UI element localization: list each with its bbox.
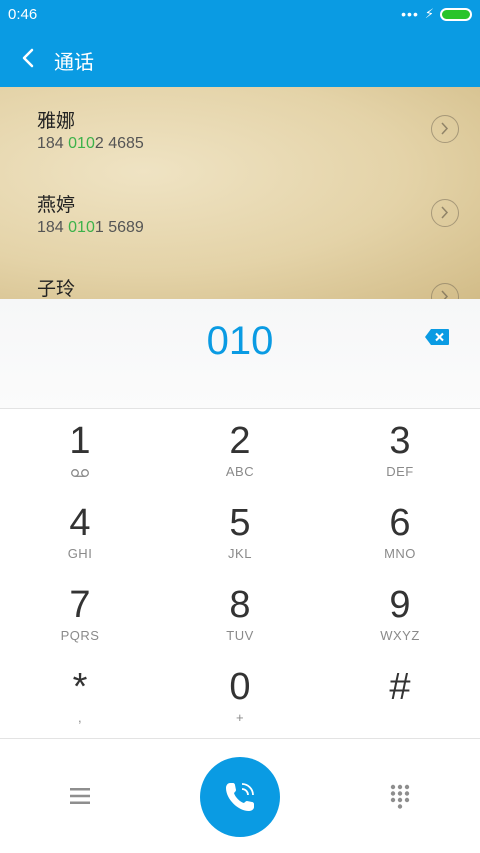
contact-name: 雅娜 bbox=[37, 111, 76, 132]
delete-button[interactable] bbox=[424, 328, 450, 346]
key-star[interactable]: * , bbox=[0, 656, 160, 738]
key-7[interactable]: 7 PQRS bbox=[0, 574, 160, 656]
contact-row[interactable]: 子玲 bbox=[0, 255, 480, 299]
key-6[interactable]: 6 MNO bbox=[320, 492, 480, 574]
key-hash[interactable]: # bbox=[320, 656, 480, 738]
key-letters: WXYZ bbox=[380, 628, 420, 643]
key-digit: 0 bbox=[229, 666, 251, 708]
key-letters: ABC bbox=[225, 464, 255, 479]
contact-results[interactable]: 雅娜 184 0102 4685 燕婷 184 0101 5689 子玲 bbox=[0, 87, 480, 299]
key-letters: PQRS bbox=[60, 628, 100, 643]
key-digit: # bbox=[389, 666, 411, 708]
number-match: 010 bbox=[68, 135, 95, 152]
key-digit: 6 bbox=[389, 502, 411, 544]
call-button[interactable] bbox=[200, 757, 280, 837]
chevron-right-icon bbox=[441, 206, 449, 219]
key-digit: 2 bbox=[229, 420, 251, 462]
key-letters: DEF bbox=[386, 464, 414, 479]
key-letters: + bbox=[235, 710, 245, 725]
status-bar: 0:46 ••• ⚡ bbox=[0, 0, 480, 30]
backspace-icon bbox=[425, 329, 449, 345]
title-bar: 通话 bbox=[0, 30, 480, 87]
page-title: 通话 bbox=[54, 52, 94, 74]
contact-number: 184 0101 5689 bbox=[37, 219, 144, 236]
dial-input-area: 010 bbox=[0, 299, 480, 409]
menu-button[interactable] bbox=[68, 785, 92, 807]
contact-detail-button[interactable] bbox=[431, 115, 459, 143]
more-dots-icon: ••• bbox=[401, 6, 419, 22]
contact-row[interactable]: 雅娜 184 0102 4685 bbox=[0, 87, 480, 171]
key-digit: 5 bbox=[229, 502, 251, 544]
keypad: 1 2 ABC 3 DEF 4 GHI 5 JKL 6 MNO 7 PQRS 8… bbox=[0, 410, 480, 738]
phone-icon bbox=[226, 783, 254, 811]
key-letters: TUV bbox=[226, 628, 254, 643]
charging-icon: ⚡ bbox=[424, 6, 434, 21]
contact-name: 子玲 bbox=[37, 279, 76, 299]
key-4[interactable]: 4 GHI bbox=[0, 492, 160, 574]
dialed-digits[interactable]: 010 bbox=[0, 319, 480, 364]
menu-icon bbox=[70, 788, 90, 804]
key-digit: 4 bbox=[69, 502, 91, 544]
key-0[interactable]: 0 + bbox=[160, 656, 320, 738]
contact-row[interactable]: 燕婷 184 0101 5689 bbox=[0, 171, 480, 255]
status-time: 0:46 bbox=[8, 6, 38, 23]
key-3[interactable]: 3 DEF bbox=[320, 410, 480, 492]
back-button[interactable] bbox=[16, 43, 44, 73]
key-8[interactable]: 8 TUV bbox=[160, 574, 320, 656]
key-5[interactable]: 5 JKL bbox=[160, 492, 320, 574]
contact-name: 燕婷 bbox=[37, 195, 76, 216]
bottom-bar bbox=[0, 738, 480, 853]
key-digit: 7 bbox=[69, 584, 91, 626]
key-1[interactable]: 1 bbox=[0, 410, 160, 492]
contact-detail-button[interactable] bbox=[431, 199, 459, 227]
key-digit: 8 bbox=[229, 584, 251, 626]
battery-icon bbox=[440, 7, 472, 21]
voicemail-icon bbox=[71, 469, 89, 477]
key-digit: 3 bbox=[389, 420, 411, 462]
key-digit: * bbox=[72, 666, 88, 708]
key-letters: MNO bbox=[384, 546, 416, 561]
number-match: 010 bbox=[68, 219, 95, 236]
contact-detail-button[interactable] bbox=[431, 283, 459, 299]
dialpad-icon bbox=[390, 784, 410, 809]
chevron-right-icon bbox=[441, 290, 449, 299]
key-2[interactable]: 2 ABC bbox=[160, 410, 320, 492]
key-digit: 1 bbox=[69, 420, 91, 462]
chevron-right-icon bbox=[441, 122, 449, 135]
key-letters: GHI bbox=[67, 546, 93, 561]
key-digit: 9 bbox=[389, 584, 411, 626]
key-letters: JKL bbox=[228, 546, 252, 561]
dialpad-toggle-button[interactable] bbox=[388, 783, 412, 811]
key-9[interactable]: 9 WXYZ bbox=[320, 574, 480, 656]
status-icons: ••• ⚡ bbox=[401, 6, 472, 22]
key-letters: , bbox=[77, 710, 83, 725]
contact-number: 184 0102 4685 bbox=[37, 135, 144, 152]
back-arrow-icon bbox=[22, 48, 34, 68]
